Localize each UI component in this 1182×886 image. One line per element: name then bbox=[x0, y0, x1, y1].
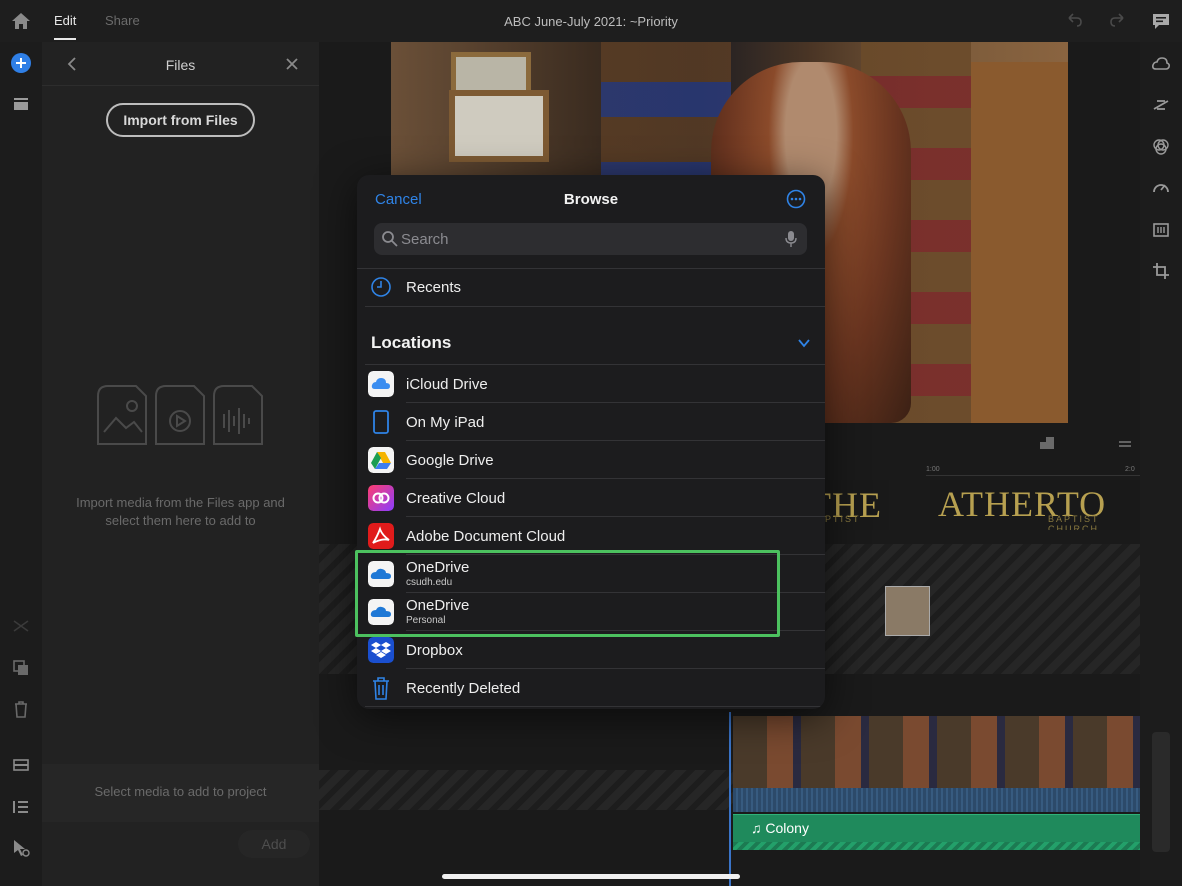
video-clips-track[interactable] bbox=[733, 716, 1140, 812]
files-title: Files bbox=[165, 57, 196, 73]
fullscreen-icon[interactable] bbox=[1038, 435, 1056, 451]
cursor-add-icon[interactable] bbox=[11, 838, 31, 858]
right-toolbar bbox=[1140, 42, 1182, 886]
empty-track bbox=[319, 770, 733, 810]
ruler-mark: 2:0 bbox=[1125, 466, 1135, 473]
divider bbox=[365, 306, 825, 307]
location-label: Google Drive bbox=[406, 452, 494, 469]
audio-clip[interactable]: ♫ Colony bbox=[733, 814, 1140, 850]
cloud-sync-icon[interactable] bbox=[1151, 54, 1171, 74]
search-icon bbox=[382, 231, 398, 247]
location-row-google-drive[interactable]: Google Drive bbox=[357, 441, 825, 479]
speed-icon[interactable] bbox=[1151, 178, 1171, 198]
location-label: Creative Cloud bbox=[406, 490, 506, 507]
close-icon[interactable] bbox=[284, 56, 300, 72]
home-indicator[interactable] bbox=[442, 874, 740, 879]
project-title: ABC June-July 2021: ~Priority bbox=[504, 14, 678, 29]
chevron-down-icon[interactable] bbox=[797, 336, 811, 350]
search-placeholder: Search bbox=[401, 231, 449, 248]
crop-icon[interactable] bbox=[1151, 261, 1171, 281]
select-media-text: Select media to add to project bbox=[94, 784, 267, 799]
adobe-document-cloud-icon bbox=[368, 523, 394, 549]
google-drive-icon bbox=[368, 447, 394, 473]
recents-row[interactable]: Recents bbox=[357, 268, 825, 306]
location-label: On My iPad bbox=[406, 414, 485, 431]
onedrive-highlight-box bbox=[355, 550, 780, 637]
search-field[interactable]: Search bbox=[374, 223, 807, 255]
dropbox-icon bbox=[368, 637, 394, 663]
timeline-menu-icon[interactable] bbox=[1118, 439, 1132, 449]
feedback-icon[interactable] bbox=[1151, 11, 1171, 31]
microphone-icon[interactable] bbox=[784, 230, 798, 248]
audio-mix-icon[interactable] bbox=[1151, 220, 1171, 240]
redo-icon[interactable] bbox=[1108, 11, 1128, 31]
location-label: Adobe Document Cloud bbox=[406, 528, 566, 545]
location-row-recently-deleted[interactable]: Recently Deleted bbox=[357, 669, 825, 707]
duplicate-icon[interactable] bbox=[11, 658, 31, 678]
recents-label: Recents bbox=[406, 279, 462, 296]
title-clip[interactable]: ATHERTO BAPTIST CHURCH bbox=[930, 480, 1140, 530]
split-icon[interactable] bbox=[11, 616, 31, 636]
trash-icon bbox=[373, 677, 389, 700]
list-icon[interactable] bbox=[11, 797, 31, 817]
location-label: iCloud Drive bbox=[406, 376, 488, 393]
location-label: Recently Deleted bbox=[406, 680, 521, 697]
select-media-bar: Select media to add to project bbox=[42, 764, 319, 822]
audio-clip-label: ♫ Colony bbox=[751, 820, 809, 836]
project-panel-icon[interactable] bbox=[11, 94, 31, 114]
title-clip-subtext: BAPTIST CHURCH bbox=[1048, 514, 1100, 530]
top-bar: Edit Share ABC June-July 2021: ~Priority bbox=[0, 0, 1182, 42]
icloud-icon bbox=[368, 371, 394, 397]
files-header: Files bbox=[42, 42, 319, 86]
left-toolbar bbox=[0, 42, 42, 886]
add-media-icon[interactable] bbox=[11, 53, 31, 73]
timeline-ruler bbox=[926, 466, 1140, 476]
creative-cloud-icon bbox=[368, 485, 394, 511]
titles-icon[interactable] bbox=[11, 755, 31, 775]
add-button[interactable]: Add bbox=[238, 830, 310, 858]
undo-icon[interactable] bbox=[1064, 11, 1084, 31]
clock-icon bbox=[371, 277, 391, 297]
location-label: Dropbox bbox=[406, 642, 463, 659]
ruler-mark: 1:00 bbox=[926, 466, 940, 473]
files-hint-text: Import media from the Files app and sele… bbox=[76, 495, 285, 528]
location-row-on-my-ipad[interactable]: On My iPad bbox=[357, 403, 825, 441]
import-from-files-button[interactable]: Import from Files bbox=[106, 103, 255, 137]
location-row-creative-cloud[interactable]: Creative Cloud bbox=[357, 479, 825, 517]
playhead[interactable] bbox=[729, 712, 731, 886]
image-clip[interactable] bbox=[885, 586, 930, 636]
divider bbox=[365, 706, 825, 707]
files-panel: Files Import from Files Import media fro… bbox=[42, 42, 319, 886]
transform-icon[interactable] bbox=[1151, 95, 1171, 115]
color-icon[interactable] bbox=[1151, 137, 1171, 157]
location-row-icloud-drive[interactable]: iCloud Drive bbox=[357, 365, 825, 403]
locations-header[interactable]: Locations bbox=[371, 333, 451, 353]
more-options-icon[interactable] bbox=[786, 189, 806, 209]
timeline-scrollbar[interactable] bbox=[1152, 732, 1170, 852]
media-types-illustration bbox=[97, 385, 263, 445]
browse-title: Browse bbox=[563, 191, 619, 208]
trash-icon[interactable] bbox=[11, 699, 31, 719]
ipad-icon bbox=[373, 410, 389, 434]
